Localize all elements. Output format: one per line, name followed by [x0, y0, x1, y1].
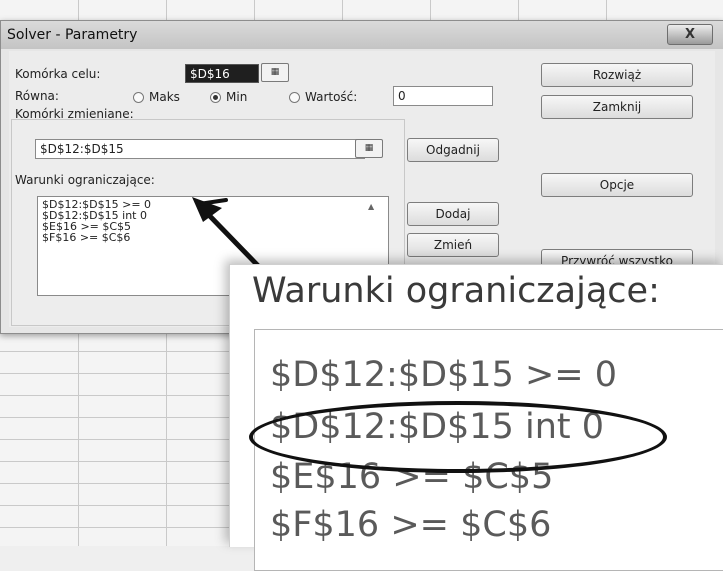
zoom-constraint-line: $D$12:$D$15 >= 0	[270, 355, 618, 395]
zoom-constraint-line: $F$16 >= $C$6	[270, 505, 552, 545]
zoom-heading: Warunki ograniczające:	[252, 271, 660, 311]
highlight-oval	[249, 401, 667, 473]
